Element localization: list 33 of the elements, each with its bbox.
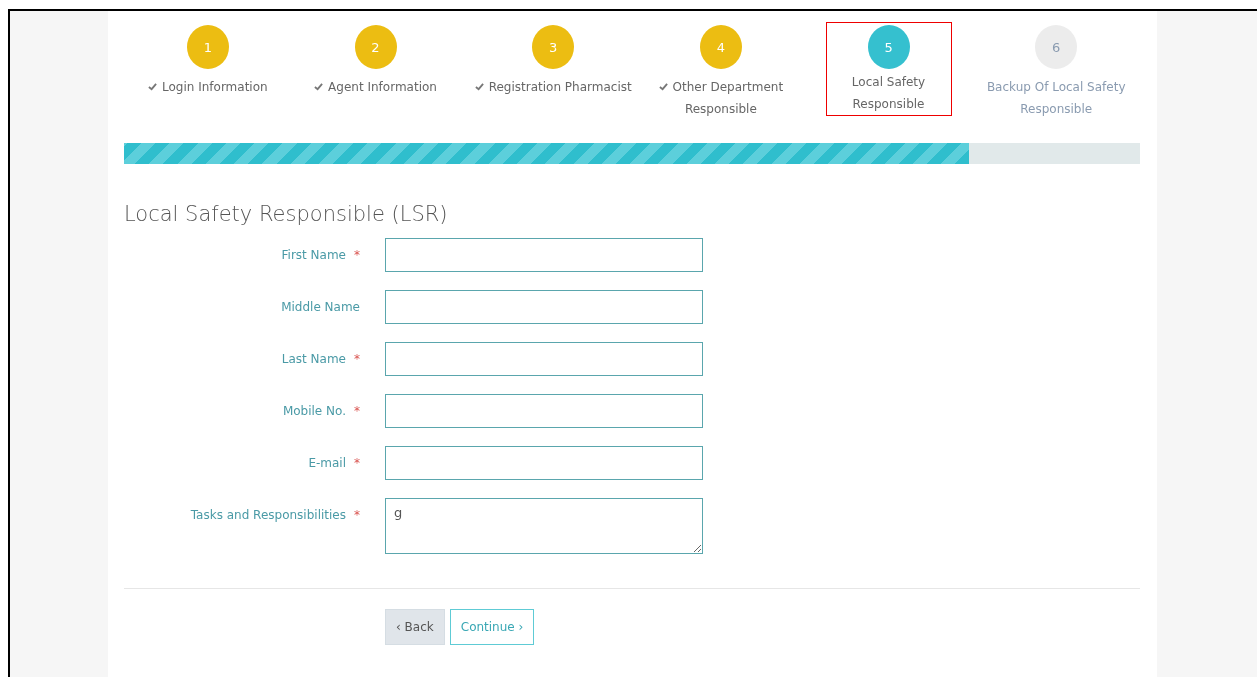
check-icon [474,82,484,91]
step-circle: 3 [532,25,575,69]
field-label: Mobile No. [282,404,346,418]
field-label: Last Name [281,352,346,366]
step-label[interactable]: Login Information [143,75,273,99]
field-label: Middle Name [281,300,360,314]
field-label: E-mail [308,456,346,470]
required-mark: * [354,352,360,366]
step-label[interactable]: Registration Pharmacist [469,75,637,99]
input-field[interactable] [385,446,703,480]
required-mark: * [354,456,360,470]
required-mark: * [354,248,360,262]
step-circle: 4 [699,25,742,69]
check-icon [658,82,668,91]
required-mark: * [354,404,360,418]
step-circle: 5 [867,25,910,69]
step-circle: 2 [354,25,397,69]
check-icon [148,82,157,91]
text-area[interactable]: g [385,498,703,554]
form-title: Local Safety Responsible (LSR) [124,202,449,226]
input-field[interactable] [385,394,703,428]
step-label[interactable]: Agent Information [309,75,442,99]
required-mark: * [354,508,360,522]
check-icon [314,82,324,91]
step-circle: 6 [1035,25,1078,69]
input-field[interactable] [385,342,703,376]
input-field[interactable] [385,238,703,272]
back-button[interactable]: ‹ Back [385,609,445,645]
step-circle: 1 [186,25,229,69]
input-field[interactable] [385,290,703,324]
field-label: Tasks and Responsibilities [190,508,346,522]
step-label[interactable]: Other Department Responsible [637,75,805,121]
field-label: First Name [281,248,346,262]
